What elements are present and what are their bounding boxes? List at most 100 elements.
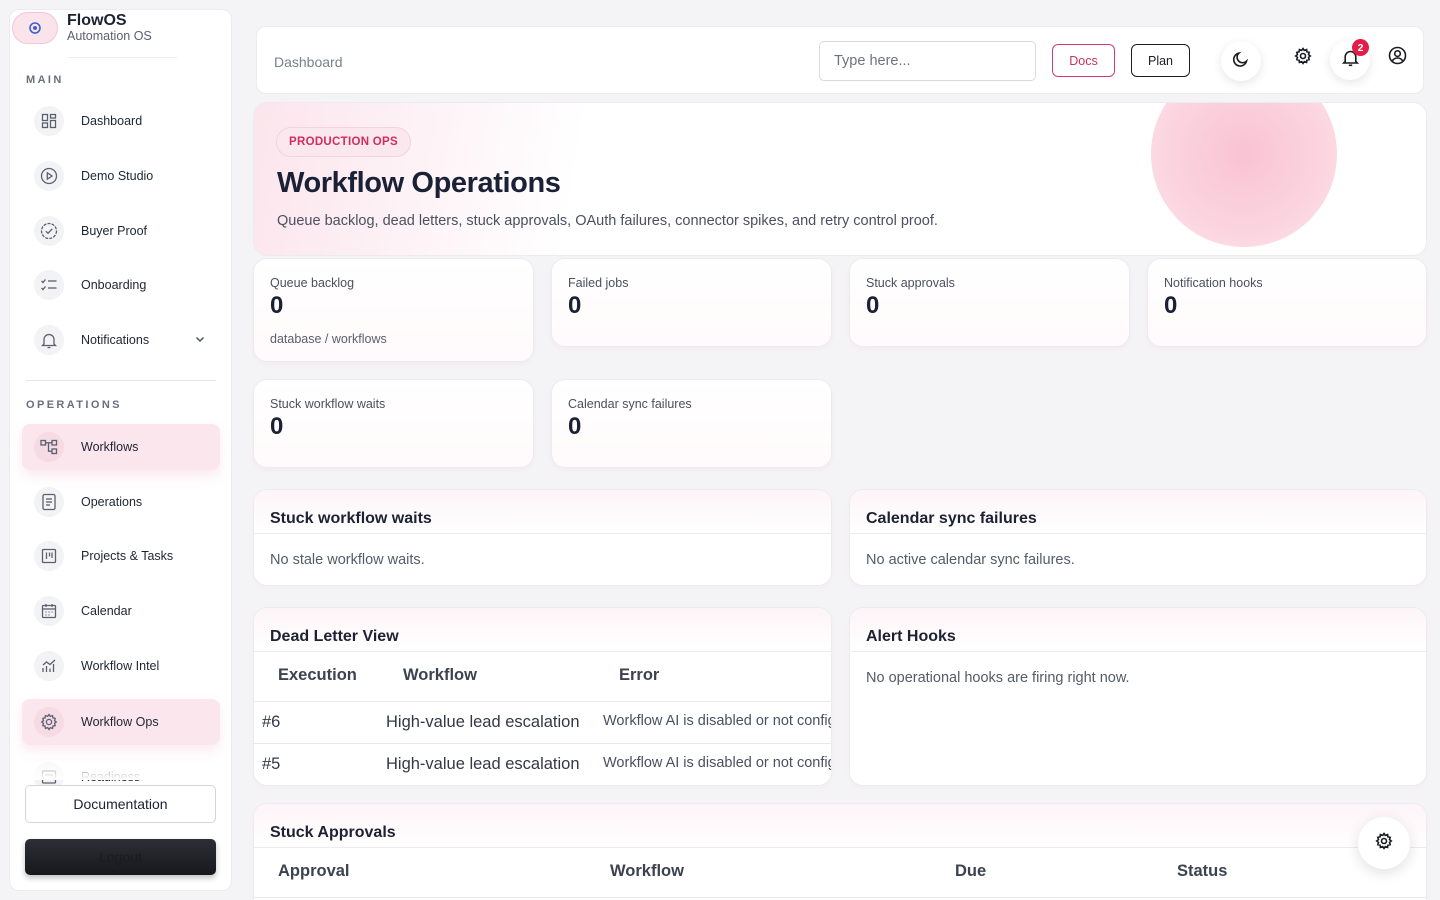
sidebar-item-label: Onboarding: [81, 278, 147, 292]
checklist-icon: [34, 270, 64, 300]
sidebar: FlowOS Automation OS MAIN Dashboard Demo…: [9, 9, 232, 891]
panel-title: Stuck workflow waits: [270, 510, 432, 527]
decorative-blob: [1151, 103, 1337, 247]
sidebar-item-label: Workflows: [81, 440, 139, 454]
column-header-workflow[interactable]: Workflow: [610, 862, 684, 881]
sidebar-item-label: Calendar: [81, 604, 132, 618]
chart-icon: [34, 651, 64, 681]
stat-card-stuck-approvals: Stuck approvals 0: [849, 258, 1130, 347]
brand-logo-icon: [12, 12, 58, 44]
calendar-icon: [34, 596, 64, 626]
sidebar-item-label: Demo Studio: [81, 169, 154, 183]
sidebar-divider: [26, 380, 216, 381]
page-title: Workflow Operations: [277, 167, 561, 199]
brand-divider: [67, 57, 177, 58]
hero-tag: PRODUCTION OPS: [276, 127, 411, 157]
panel-title: Dead Letter View: [270, 628, 399, 645]
table-divider: [254, 897, 1426, 898]
panel-title: Stuck Approvals: [270, 824, 396, 841]
play-circle-icon: [34, 161, 64, 191]
cell-workflow: High-value lead escalation: [386, 755, 580, 773]
cell-workflow: High-value lead escalation: [386, 713, 580, 731]
stat-label: Calendar sync failures: [568, 397, 692, 411]
column-header-workflow[interactable]: Workflow: [403, 666, 477, 685]
sidebar-item-operations[interactable]: Operations: [22, 479, 220, 525]
stat-value: 0: [1164, 292, 1178, 319]
stat-value: 0: [568, 292, 582, 319]
gear-icon: [34, 707, 64, 737]
sidebar-item-notifications[interactable]: Notifications: [22, 317, 220, 363]
logout-button[interactable]: Logout: [25, 839, 216, 875]
column-header-error[interactable]: Error: [619, 666, 659, 685]
column-header-due[interactable]: Due: [955, 862, 986, 881]
dark-mode-toggle[interactable]: [1221, 41, 1261, 81]
stat-value: 0: [568, 413, 582, 440]
sidebar-item-workflows[interactable]: Workflows: [22, 424, 220, 470]
stat-label: Queue backlog: [270, 276, 355, 290]
sidebar-item-workflow-intel[interactable]: Workflow Intel: [22, 643, 220, 689]
stat-label: Failed jobs: [568, 276, 629, 290]
moon-icon: [1232, 50, 1250, 73]
sidebar-item-projects-tasks[interactable]: Projects & Tasks: [22, 533, 220, 579]
panel-alert-hooks: Alert Hooks No operational hooks are fir…: [849, 607, 1427, 786]
search-input[interactable]: [819, 41, 1036, 81]
empty-state: No active calendar sync failures.: [866, 552, 1075, 568]
gear-icon: [1294, 46, 1312, 70]
sidebar-item-dashboard[interactable]: Dashboard: [22, 98, 220, 144]
panel-dead-letter-view: Dead Letter View Execution Workflow Erro…: [253, 607, 832, 786]
user-circle-icon: [1388, 46, 1407, 70]
brand[interactable]: FlowOS Automation OS: [10, 10, 231, 58]
cell-execution: #6: [262, 713, 281, 731]
breadcrumb[interactable]: Dashboard: [274, 54, 343, 70]
column-header-status[interactable]: Status: [1177, 862, 1227, 881]
panel-header: Dead Letter View: [254, 608, 831, 652]
document-icon: [34, 487, 64, 517]
column-header-approval[interactable]: Approval: [278, 862, 350, 881]
chevron-down-icon[interactable]: [194, 332, 206, 350]
check-circle-icon: [34, 216, 64, 246]
empty-state: No operational hooks are firing right no…: [866, 670, 1130, 686]
sidebar-item-demo-studio[interactable]: Demo Studio: [22, 153, 220, 199]
sidebar-item-workflow-ops[interactable]: Workflow Ops: [22, 699, 220, 745]
panel-title: Alert Hooks: [866, 628, 956, 645]
top-bar: Dashboard Docs Plan 2: [256, 26, 1424, 94]
panel-header: Stuck workflow waits: [254, 490, 831, 534]
kanban-icon: [34, 541, 64, 571]
gear-icon: [1375, 831, 1393, 855]
profile-button[interactable]: [1377, 38, 1417, 78]
notification-badge: 2: [1352, 39, 1369, 56]
floating-settings-button[interactable]: [1358, 817, 1410, 869]
table-divider: [254, 701, 831, 702]
cell-error: Workflow AI is disabled or not configure…: [603, 713, 831, 729]
settings-button[interactable]: [1283, 38, 1323, 78]
brand-subtitle: Automation OS: [67, 29, 152, 43]
notifications-button[interactable]: 2: [1330, 39, 1370, 80]
hero-banner: PRODUCTION OPS Workflow Operations Queue…: [253, 102, 1427, 256]
stat-label: Stuck workflow waits: [270, 397, 386, 411]
stat-card-failed-jobs: Failed jobs 0: [551, 258, 832, 347]
sidebar-item-buyer-proof[interactable]: Buyer Proof: [22, 208, 220, 254]
page-subtitle: Queue backlog, dead letters, stuck appro…: [277, 213, 938, 229]
panel-stuck-workflow-waits: Stuck workflow waits No stale workflow w…: [253, 489, 832, 586]
stat-value: 0: [270, 292, 284, 319]
stat-label: Notification hooks: [1164, 276, 1263, 290]
sidebar-item-label: Buyer Proof: [81, 224, 148, 238]
dashboard-icon: [34, 106, 64, 136]
table-divider: [254, 743, 831, 744]
docs-button[interactable]: Docs: [1052, 44, 1115, 77]
panel-title: Calendar sync failures: [866, 510, 1037, 527]
sidebar-item-onboarding[interactable]: Onboarding: [22, 262, 220, 308]
sidebar-item-label: Notifications: [81, 333, 150, 347]
stat-value: 0: [866, 292, 880, 319]
bell-icon: [34, 325, 64, 355]
stat-card-queue-backlog: Queue backlog 0 database / workflows: [253, 258, 534, 362]
column-header-execution[interactable]: Execution: [278, 666, 357, 685]
plan-button[interactable]: Plan: [1131, 44, 1190, 77]
stat-label: Stuck approvals: [866, 276, 955, 290]
sidebar-item-calendar[interactable]: Calendar: [22, 588, 220, 634]
stat-sub: database / workflows: [270, 332, 387, 346]
documentation-button[interactable]: Documentation: [25, 785, 216, 823]
workflow-icon: [34, 432, 64, 462]
sidebar-item-label: Operations: [81, 495, 143, 509]
panel-header: Calendar sync failures: [850, 490, 1426, 534]
